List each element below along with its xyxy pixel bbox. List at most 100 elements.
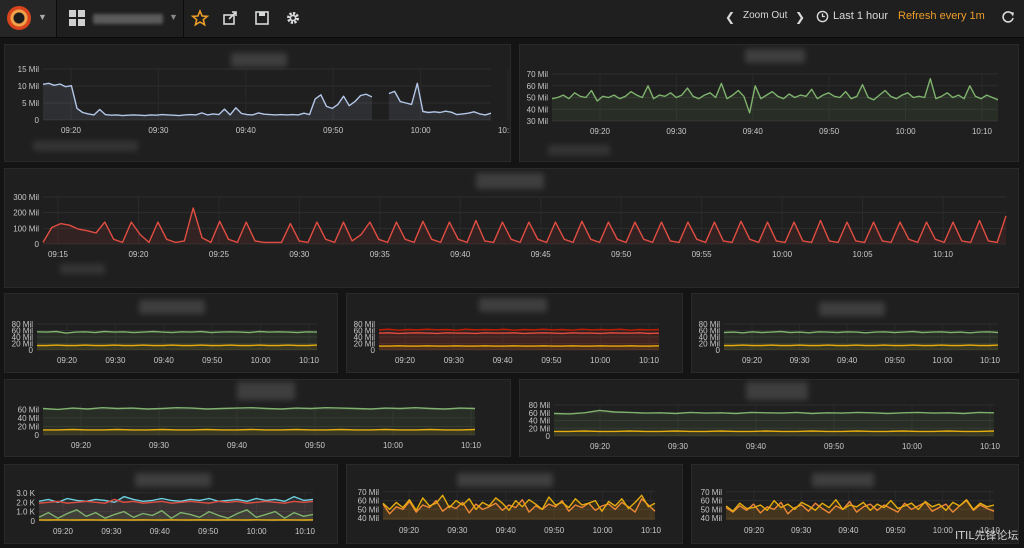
x-tick-label: 10:00 [932,356,953,365]
x-tick-label: 09:30 [447,526,468,535]
x-tick-label: 09:30 [105,356,126,365]
x-tick-label: 09:40 [236,126,257,135]
caret-down-icon: ▼ [38,12,47,22]
x-tick-label: 10:00 [247,527,268,536]
x-tick-label: 09:50 [198,527,219,536]
refresh-interval-label[interactable]: Refresh every 1m [898,10,985,22]
graph-panel-3[interactable]: 0100 Mil200 Mil300 Mil09:1509:2009:2509:… [4,168,1019,288]
graph-panel-2[interactable]: 30 Mil40 Mil50 Mil60 Mil70 Mil09:2009:30… [519,44,1019,162]
x-tick-label: 10:00 [896,127,917,136]
star-icon[interactable] [190,8,210,28]
y-tick-label: 20 Mil [529,424,551,433]
y-tick-label: 0 [31,517,36,526]
chevron-right-icon[interactable]: ❯ [795,10,805,24]
x-tick-label: 10:00 [902,442,923,451]
watermark: ITIL先锋论坛 [955,527,1018,543]
x-tick-label: 10:00 [590,356,611,365]
graph-panel-10[interactable]: 40 Mil50 Mil60 Mil70 Mil09:2009:3009:400… [346,464,683,544]
y-tick-label: 70 Mil [358,488,380,497]
y-tick-label: 0 [35,116,40,125]
top-navbar: ▼ ▼ ❮ Zoom Out ❯ Last 1 hour Refresh eve… [0,0,1024,38]
x-tick-label: 10:05 [853,250,874,259]
x-tick-label: 09:50 [611,250,632,259]
x-tick-label: 09:40 [227,441,248,450]
series-line [379,333,659,334]
x-tick-label: 09:30 [791,526,812,535]
x-tick-label: 09:55 [692,250,713,259]
save-icon[interactable] [252,8,272,28]
x-tick-label: 09:40 [837,356,858,365]
x-tick-label: 09:15 [48,250,69,259]
y-tick-label: 300 Mil [13,193,39,202]
x-tick-label: 09:35 [370,250,391,259]
y-tick-label: 50 Mil [701,505,723,514]
zoom-out-button[interactable]: Zoom Out [743,10,787,21]
clock-icon [816,10,829,23]
graph-panel-5[interactable]: 020 Mil40 Mil60 Mil80 Mil09:2009:3009:40… [346,293,683,373]
x-tick-label: 10:00 [933,526,954,535]
x-tick-label: 10:10 [639,356,660,365]
x-tick-label: 10:10 [933,250,954,259]
y-tick-label: 40 Mil [358,514,380,523]
x-tick-label: 09:50 [886,526,907,535]
x-tick-label: 09:30 [289,250,310,259]
x-tick-label: 10:10 [980,442,1001,451]
graph-panel-7[interactable]: 020 Mil40 Mil60 Mil09:2009:3009:4009:501… [4,379,511,457]
x-tick-label: 09:30 [668,442,689,451]
series-line [724,332,998,333]
app-menu-button[interactable]: ▼ [0,0,57,37]
x-tick-label: 09:50 [541,356,562,365]
y-tick-label: 40 Mil [701,514,723,523]
panel-title-redacted [746,382,808,400]
x-tick-label: 09:30 [790,356,811,365]
y-tick-label: 20 Mil [18,422,40,431]
x-tick-label: 09:20 [590,127,611,136]
y-tick-label: 40 Mil [527,105,549,114]
refresh-icon[interactable] [1000,9,1016,25]
graph-panel-6[interactable]: 020 Mil40 Mil60 Mil80 Mil09:2009:3009:40… [691,293,1019,373]
y-tick-label: 0 [35,240,40,249]
legend-redacted [33,141,138,151]
graph-panel-4[interactable]: 020 Mil40 Mil60 Mil80 Mil09:2009:3009:40… [4,293,338,373]
x-tick-label: 09:20 [61,126,82,135]
x-tick-label: 09:40 [838,526,859,535]
legend-redacted [60,264,105,274]
x-tick-label: 09:30 [444,356,465,365]
panel-title-redacted [237,382,295,400]
graph-panel-8[interactable]: 020 Mil40 Mil60 Mil80 Mil09:2009:3009:40… [519,379,1019,457]
panel-title-redacted [139,300,205,314]
dashboard-grid-icon [69,10,85,26]
y-tick-label: 30 Mil [527,117,549,126]
x-tick-label: 09:20 [395,356,416,365]
panel-title-redacted [476,173,544,189]
x-tick-label: 09:50 [819,127,840,136]
panel-title-redacted [819,302,885,316]
x-tick-label: 09:50 [305,441,326,450]
dashboard-picker[interactable]: ▼ [57,0,184,37]
x-tick-label: 09:20 [399,526,420,535]
y-tick-label: 2.0 K [16,498,35,507]
y-tick-label: 60 Mil [527,82,549,91]
x-tick-label: 09:50 [323,126,344,135]
x-tick-label: 10:10 [461,441,482,450]
x-tick-label: 10:10 [498,126,510,135]
y-tick-label: 70 Mil [701,488,723,497]
x-tick-label: 09:50 [544,526,565,535]
y-tick-label: 0 [35,431,40,440]
y-tick-label: 60 Mil [529,409,551,418]
chevron-left-icon[interactable]: ❮ [725,10,735,24]
y-tick-label: 15 Mil [18,65,40,74]
x-tick-label: 10:10 [641,526,662,535]
y-tick-label: 80 Mil [699,320,721,329]
time-range-picker[interactable]: Last 1 hour [833,10,888,22]
y-tick-label: 80 Mil [12,320,34,329]
panel-title-redacted [457,473,553,487]
x-tick-label: 10:00 [251,356,272,365]
x-tick-label: 09:30 [666,127,687,136]
y-tick-label: 80 Mil [529,401,551,410]
graph-panel-9[interactable]: 01.0 K2.0 K3.0 K09:2009:3009:4009:5010:0… [4,464,338,544]
gear-icon[interactable] [283,8,303,28]
share-icon[interactable] [220,8,240,28]
series-area [552,79,998,121]
graph-panel-1[interactable]: 05 Mil10 Mil15 Mil09:2009:3009:4009:5010… [4,44,511,162]
